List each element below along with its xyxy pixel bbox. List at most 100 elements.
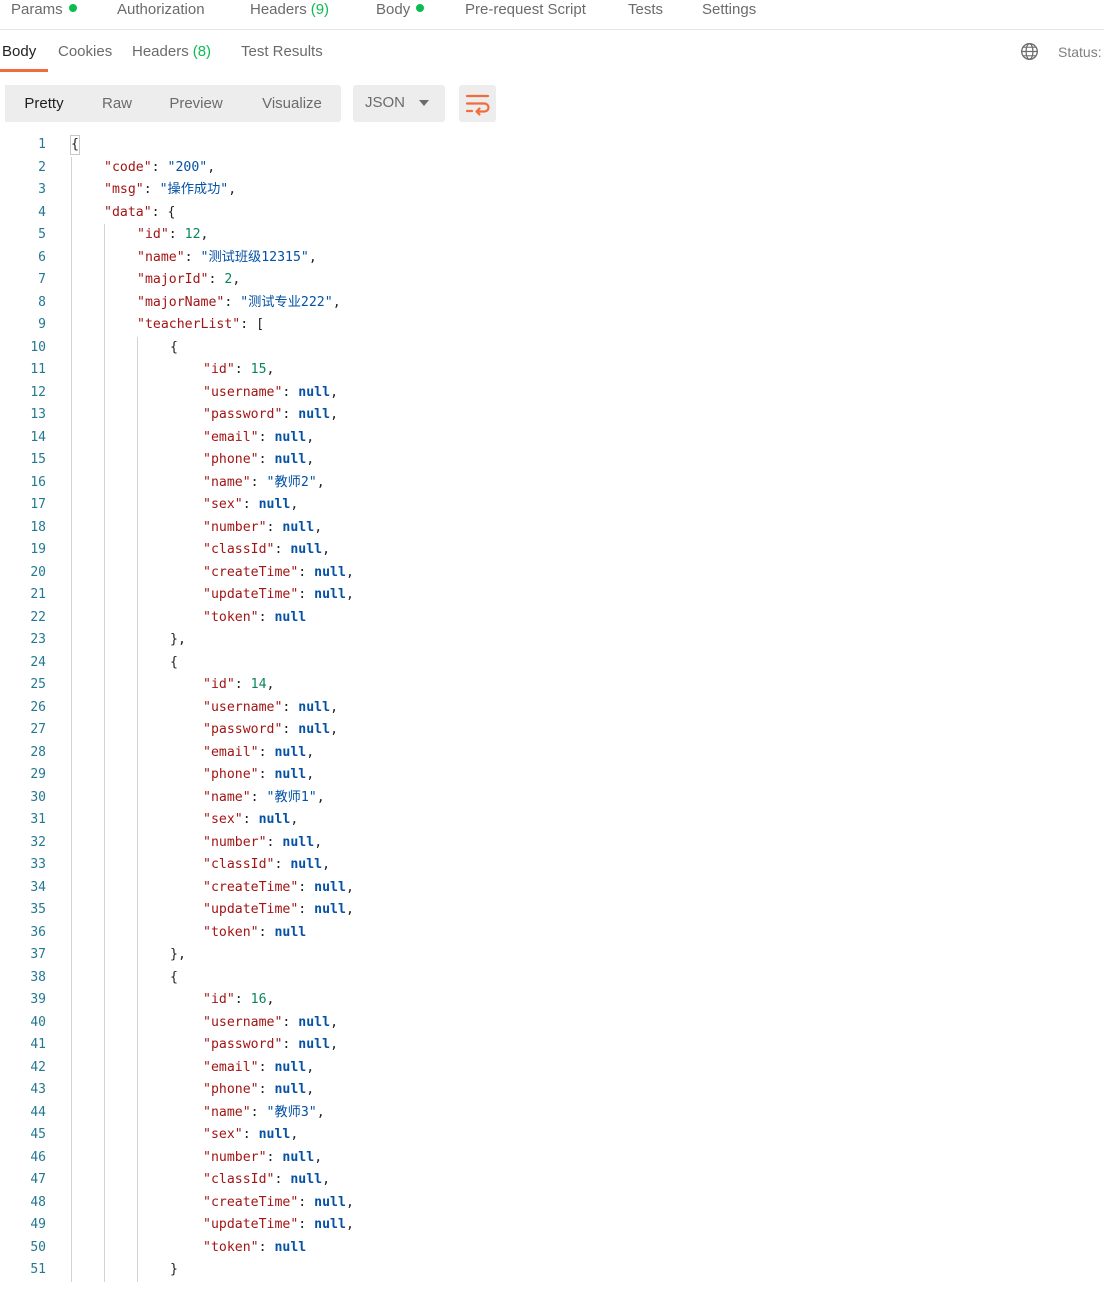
response-tab-body[interactable]: Body: [2, 43, 36, 60]
line-number: 5: [38, 227, 46, 242]
tab-settings[interactable]: Settings: [702, 1, 756, 18]
code-text: "createTime": null,: [203, 564, 354, 580]
line-number: 24: [30, 654, 46, 670]
code-text: "msg": "操作成功",: [104, 182, 237, 197]
line-number: 37: [30, 947, 46, 962]
line-number: 43: [30, 1082, 46, 1097]
code-text: "password": null,: [203, 722, 339, 737]
line-number: 7: [38, 272, 46, 287]
code-text: "classId": null,: [203, 857, 331, 872]
line-number: 26: [30, 699, 46, 715]
code-text: "id": 16,: [203, 992, 275, 1007]
line-number: 15: [30, 452, 46, 467]
tab-label: Params: [11, 1, 63, 18]
params-active-dot: [68, 4, 77, 12]
code-text: "username": null,: [203, 699, 339, 715]
line-number: 28: [30, 744, 46, 760]
code-text: "email": null,: [203, 1059, 315, 1075]
line-number: 51: [30, 1262, 46, 1277]
code-text: "updateTime": null,: [203, 1217, 354, 1232]
indent-guide: [104, 224, 105, 1282]
line-number: 25: [30, 677, 46, 692]
mode-raw-button[interactable]: Raw: [85, 85, 149, 122]
line-number: 47: [30, 1172, 46, 1187]
tab-tests[interactable]: Tests: [628, 1, 663, 18]
headers-count: (9): [310, 1, 330, 18]
code-text: "name": "教师2",: [203, 474, 325, 490]
tab-authorization[interactable]: Authorization: [117, 1, 205, 18]
code-text: "name": "教师3",: [203, 1104, 325, 1120]
line-number: 17: [30, 497, 46, 512]
code-text: "id": 14,: [203, 677, 275, 692]
line-number: 2: [38, 159, 46, 175]
line-number: 3: [38, 182, 46, 197]
wrap-lines-icon: [465, 94, 490, 116]
tab-label: Tests: [628, 1, 664, 18]
code-text: "number": null,: [203, 519, 323, 535]
line-number: 13: [30, 407, 46, 422]
tab-params[interactable]: Params: [11, 1, 77, 18]
line-number: 1: [38, 137, 46, 152]
line-number: 45: [30, 1127, 46, 1142]
indent-guide: [71, 156, 72, 1282]
tab-label: Settings: [702, 1, 757, 18]
wrap-lines-button[interactable]: [459, 85, 496, 122]
code-text: "number": null,: [203, 1149, 323, 1165]
code-text: "updateTime": null,: [203, 902, 354, 917]
line-number: 32: [30, 834, 46, 850]
tab-label: Headers: [250, 1, 307, 18]
response-tab-headers[interactable]: Headers (8): [132, 43, 211, 60]
line-number: 31: [30, 812, 46, 827]
code-text: },: [170, 632, 186, 647]
line-number: 49: [30, 1217, 46, 1232]
tab-label: Cookies: [58, 43, 113, 60]
tab-body[interactable]: Body: [376, 1, 425, 18]
tab-label: Test Results: [241, 43, 323, 60]
code-text: "id": 15,: [203, 362, 275, 377]
line-number: 41: [30, 1037, 46, 1052]
code-text: "email": null,: [203, 429, 315, 445]
line-number: 16: [30, 474, 46, 490]
mode-preview-button[interactable]: Preview: [155, 85, 237, 122]
code-text: "updateTime": null,: [203, 587, 354, 602]
view-mode-group: Pretty Raw Preview Visualize: [5, 85, 341, 122]
line-number: 8: [38, 294, 46, 310]
line-number: 19: [30, 542, 46, 557]
response-tab-test-results[interactable]: Test Results: [241, 43, 323, 60]
code-text: "majorName": "测试专业222",: [137, 294, 341, 310]
bracket-match-highlight: [70, 135, 80, 155]
code-text: "password": null,: [203, 407, 339, 422]
line-number: 46: [30, 1149, 46, 1165]
code-text: "sex": null,: [203, 812, 299, 827]
line-number: 18: [30, 519, 46, 535]
code-text: },: [170, 947, 186, 962]
status-label: Status:: [1058, 44, 1102, 60]
response-tab-cookies[interactable]: Cookies: [58, 43, 112, 60]
code-text: "classId": null,: [203, 1172, 331, 1187]
code-text: "token": null: [203, 1239, 307, 1255]
indent-guide: [137, 336, 138, 1282]
line-number: 4: [38, 204, 46, 220]
line-number: 22: [30, 609, 46, 625]
body-active-dot: [416, 4, 425, 12]
code-text: "majorId": 2,: [137, 272, 241, 287]
mode-pretty-button[interactable]: Pretty: [5, 85, 83, 122]
tab-headers[interactable]: Headers (9): [250, 1, 329, 18]
tab-label: Authorization: [117, 1, 205, 18]
active-tab-underline: [0, 69, 48, 72]
line-number: 11: [30, 362, 46, 377]
line-number: 33: [30, 857, 46, 872]
response-tabs: Body Cookies Headers (8) Test Results Sta…: [0, 32, 1104, 72]
code-text: "createTime": null,: [203, 879, 354, 895]
tab-pre-request-script[interactable]: Pre-request Script: [465, 1, 586, 18]
mode-visualize-button[interactable]: Visualize: [247, 85, 337, 122]
line-number: 20: [30, 564, 46, 580]
tab-label: Headers: [132, 43, 189, 60]
language-select[interactable]: JSON: [353, 85, 445, 122]
line-number: 36: [30, 924, 46, 940]
code-text: {: [170, 339, 178, 355]
globe-icon[interactable]: [1020, 42, 1039, 61]
code-text: {: [170, 969, 178, 985]
language-value: JSON: [365, 94, 406, 111]
code-text: {: [170, 654, 178, 670]
